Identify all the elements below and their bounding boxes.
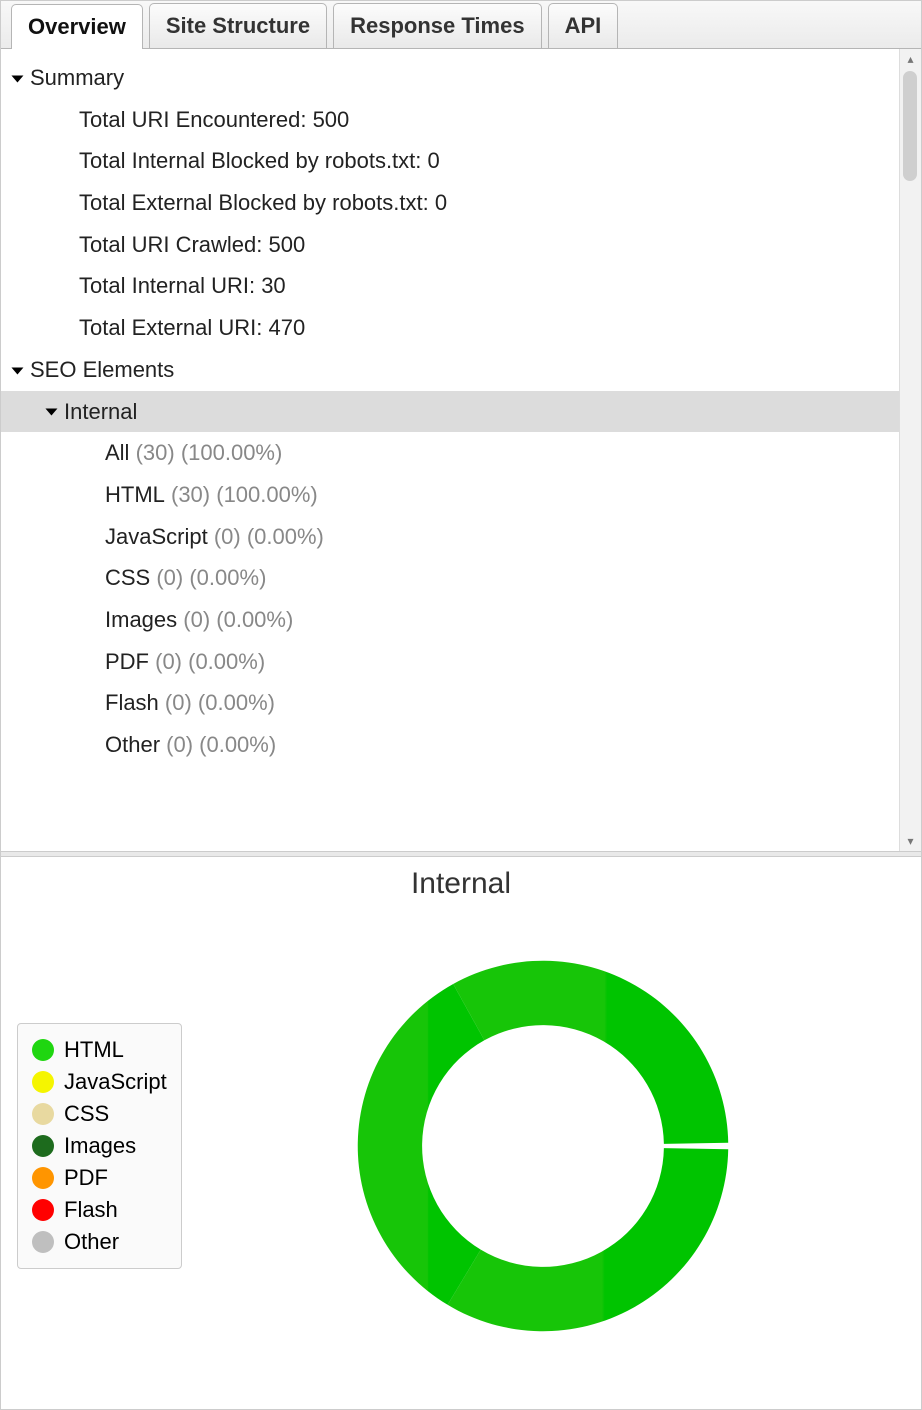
tree-group-label: Summary: [30, 63, 124, 93]
internal-item-pct: (0.00%): [189, 563, 266, 593]
internal-item-count: (0): [214, 522, 247, 552]
internal-item-count: (0): [166, 730, 199, 760]
tree-group-summary[interactable]: Summary: [1, 57, 899, 99]
internal-item[interactable]: Other (0) (0.00%): [1, 724, 899, 766]
legend-label: JavaScript: [64, 1069, 167, 1095]
legend-swatch-icon: [32, 1231, 54, 1253]
legend-label: CSS: [64, 1101, 109, 1127]
internal-item-count: (0): [155, 647, 188, 677]
internal-item-pct: (0.00%): [199, 730, 276, 760]
vertical-scrollbar[interactable]: ▴ ▾: [899, 49, 921, 851]
tree-group-seo-elements[interactable]: SEO Elements: [1, 349, 899, 391]
internal-item[interactable]: CSS (0) (0.00%): [1, 557, 899, 599]
chart-legend: HTML JavaScript CSS Images PDF Flash Other: [17, 1023, 182, 1269]
summary-item[interactable]: Total URI Crawled: 500: [1, 224, 899, 266]
internal-item-name: PDF: [105, 647, 155, 677]
legend-label: PDF: [64, 1165, 108, 1191]
internal-item[interactable]: All (30) (100.00%): [1, 432, 899, 474]
summary-item[interactable]: Total External URI: 470: [1, 307, 899, 349]
internal-item-count: (0): [156, 563, 189, 593]
tab-overview[interactable]: Overview: [11, 4, 143, 49]
internal-item-count: (30): [171, 480, 216, 510]
legend-item[interactable]: Images: [32, 1130, 167, 1162]
internal-item-pct: (0.00%): [216, 605, 293, 635]
tree-group-internal[interactable]: Internal: [1, 391, 899, 433]
internal-item-pct: (0.00%): [198, 688, 275, 718]
chart-title: Internal: [17, 867, 905, 901]
internal-item-name: JavaScript: [105, 522, 214, 552]
overview-tree[interactable]: Summary Total URI Encountered: 500 Total…: [1, 49, 899, 851]
internal-item-name: CSS: [105, 563, 156, 593]
summary-item[interactable]: Total URI Encountered: 500: [1, 99, 899, 141]
scroll-thumb[interactable]: [903, 71, 917, 181]
tree-group-label: SEO Elements: [30, 355, 174, 385]
legend-item[interactable]: Other: [32, 1226, 167, 1258]
disclosure-triangle-icon: [11, 367, 23, 374]
internal-item-pct: (0.00%): [188, 647, 265, 677]
scroll-track[interactable]: [900, 69, 921, 831]
chart-panel: Internal HTML JavaScript CSS Images PDF Flash…: [1, 857, 921, 1409]
legend-item[interactable]: HTML: [32, 1034, 167, 1066]
donut-chart: [348, 951, 738, 1341]
internal-item[interactable]: Images (0) (0.00%): [1, 599, 899, 641]
summary-item[interactable]: Total External Blocked by robots.txt: 0: [1, 182, 899, 224]
internal-item-name: Images: [105, 605, 183, 635]
legend-label: Images: [64, 1133, 136, 1159]
legend-swatch-icon: [32, 1135, 54, 1157]
disclosure-triangle-icon: [11, 75, 23, 82]
legend-item[interactable]: CSS: [32, 1098, 167, 1130]
internal-item[interactable]: JavaScript (0) (0.00%): [1, 516, 899, 558]
tab-site-structure[interactable]: Site Structure: [149, 3, 327, 48]
internal-item-pct: (100.00%): [216, 480, 318, 510]
summary-item[interactable]: Total Internal URI: 30: [1, 265, 899, 307]
internal-item-name: Other: [105, 730, 166, 760]
legend-swatch-icon: [32, 1039, 54, 1061]
legend-swatch-icon: [32, 1103, 54, 1125]
legend-label: Flash: [64, 1197, 118, 1223]
overview-tree-panel: Summary Total URI Encountered: 500 Total…: [1, 49, 921, 851]
internal-item-name: Flash: [105, 688, 165, 718]
internal-item-name: All: [105, 438, 136, 468]
tree-group-label: Internal: [64, 397, 137, 427]
donut-chart-wrap: [182, 951, 905, 1341]
internal-item[interactable]: HTML (30) (100.00%): [1, 474, 899, 516]
internal-item-pct: (0.00%): [247, 522, 324, 552]
disclosure-triangle-icon: [45, 409, 57, 416]
legend-swatch-icon: [32, 1071, 54, 1093]
legend-label: HTML: [64, 1037, 124, 1063]
scroll-down-icon[interactable]: ▾: [901, 831, 921, 851]
legend-item[interactable]: PDF: [32, 1162, 167, 1194]
donut-slice[interactable]: [358, 984, 485, 1305]
internal-item[interactable]: Flash (0) (0.00%): [1, 682, 899, 724]
donut-slice[interactable]: [454, 961, 729, 1144]
summary-item[interactable]: Total Internal Blocked by robots.txt: 0: [1, 140, 899, 182]
internal-item-count: (0): [165, 688, 198, 718]
tab-response-times[interactable]: Response Times: [333, 3, 541, 48]
donut-slice[interactable]: [448, 1148, 729, 1331]
tab-bar: Overview Site Structure Response Times A…: [1, 1, 921, 49]
internal-item-count: (0): [183, 605, 216, 635]
legend-item[interactable]: Flash: [32, 1194, 167, 1226]
internal-item-name: HTML: [105, 480, 171, 510]
internal-item[interactable]: PDF (0) (0.00%): [1, 641, 899, 683]
internal-item-pct: (100.00%): [181, 438, 283, 468]
internal-item-count: (30): [136, 438, 181, 468]
app-window: Overview Site Structure Response Times A…: [0, 0, 922, 1410]
legend-swatch-icon: [32, 1199, 54, 1221]
legend-swatch-icon: [32, 1167, 54, 1189]
legend-item[interactable]: JavaScript: [32, 1066, 167, 1098]
legend-label: Other: [64, 1229, 119, 1255]
tab-api[interactable]: API: [548, 3, 619, 48]
scroll-up-icon[interactable]: ▴: [901, 49, 921, 69]
